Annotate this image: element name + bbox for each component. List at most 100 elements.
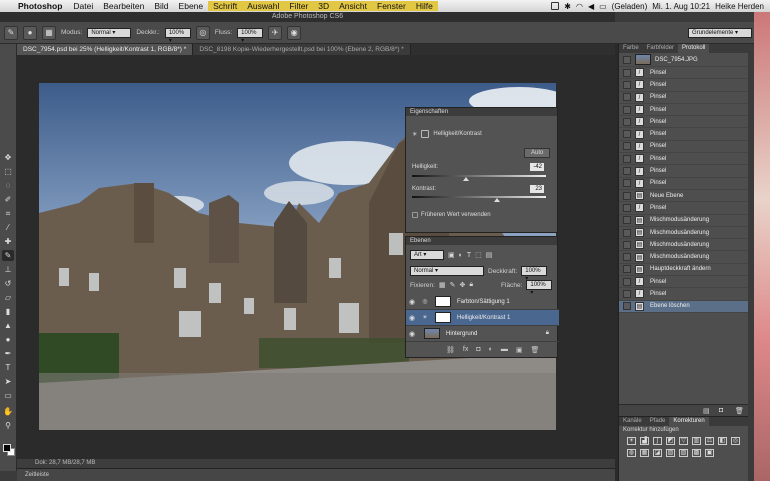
exposure-adjust-icon[interactable]: ◩ xyxy=(666,437,675,445)
blend-mode-select[interactable]: Normal xyxy=(410,266,484,276)
workspace-select[interactable]: Grundelemente xyxy=(688,27,752,38)
history-item[interactable]: / Pinsel xyxy=(619,128,748,141)
brightness-adjust-icon[interactable]: ☀ xyxy=(627,437,636,445)
tab-kanaele[interactable]: Kanäle xyxy=(619,417,646,426)
history-item[interactable]: / Pinsel xyxy=(619,67,748,80)
gradient-map-adjust-icon[interactable]: ▩ xyxy=(692,449,701,457)
menu-3d[interactable]: 3D xyxy=(313,1,335,11)
type-tool-icon[interactable]: T xyxy=(2,362,14,373)
history-source-checkbox[interactable] xyxy=(623,203,631,212)
shape-tool-icon[interactable]: ▭ xyxy=(2,390,14,401)
crop-tool-icon[interactable]: ⌗ xyxy=(2,208,14,219)
new-group-icon[interactable]: ▬ xyxy=(501,346,508,354)
menu-ebene[interactable]: Ebene xyxy=(174,1,209,11)
history-source-checkbox[interactable] xyxy=(623,167,631,176)
timeline-bar[interactable]: Zeitleiste xyxy=(17,468,615,481)
properties-panel-title[interactable]: Eigenschaften xyxy=(406,108,557,116)
zoom-tool-icon[interactable]: ⚲ xyxy=(2,420,14,431)
invert-adjust-icon[interactable]: ◪ xyxy=(653,449,662,457)
curves-adjust-icon[interactable]: ∫ xyxy=(653,437,662,445)
add-mask-icon[interactable]: ◘ xyxy=(476,346,480,354)
history-source-checkbox[interactable] xyxy=(623,154,631,163)
history-source-checkbox[interactable] xyxy=(623,80,631,89)
history-item[interactable]: / Pinsel xyxy=(619,276,748,289)
layer-style-icon[interactable]: fx xyxy=(463,346,468,354)
color-lookup-adjust-icon[interactable]: ▦ xyxy=(640,449,649,457)
blur-tool-icon[interactable]: ▲ xyxy=(2,320,14,331)
mode-select[interactable]: Normal xyxy=(87,27,132,38)
photo-filter-adjust-icon[interactable]: ◎ xyxy=(731,437,740,445)
legacy-checkbox[interactable] xyxy=(412,212,418,218)
airbrush-icon[interactable]: ✈ xyxy=(268,25,283,40)
menu-bearbeiten[interactable]: Bearbeiten xyxy=(98,1,149,11)
layer-row-brightness-contrast[interactable]: ◉ ☀ Helligkeit/Kontrast 1 xyxy=(406,310,559,326)
history-item[interactable]: ▤ Mischmodusänderung xyxy=(619,227,748,240)
layers-panel-title[interactable]: Ebenen xyxy=(406,237,557,245)
history-source-checkbox[interactable] xyxy=(623,117,631,126)
layer-mask-thumbnail[interactable] xyxy=(435,312,451,323)
new-document-icon[interactable]: ▤ xyxy=(703,407,710,415)
contrast-slider-handle[interactable] xyxy=(494,198,500,202)
history-item[interactable]: ▤ Mischmodusänderung xyxy=(619,239,748,252)
timeline-label[interactable]: Zeitleiste xyxy=(25,472,49,478)
status-icon[interactable] xyxy=(551,2,560,10)
history-source-checkbox[interactable] xyxy=(623,253,631,262)
new-layer-icon[interactable]: ▣ xyxy=(516,346,523,354)
brush-panel-toggle-icon[interactable]: ▦ xyxy=(42,25,56,40)
battery-icon[interactable]: ▭ xyxy=(599,2,607,11)
filter-smart-icon[interactable]: ▤ xyxy=(486,251,493,259)
threshold-adjust-icon[interactable]: ▨ xyxy=(679,449,688,457)
brightness-value-field[interactable]: -42 xyxy=(530,163,544,171)
menu-schrift[interactable]: Schrift xyxy=(208,1,243,11)
pressure-opacity-icon[interactable]: ◎ xyxy=(195,25,210,40)
history-item[interactable]: / Pinsel xyxy=(619,202,748,215)
hue-adjust-icon[interactable]: ▥ xyxy=(692,437,701,445)
wifi-icon[interactable]: ◠ xyxy=(576,2,583,11)
history-source-checkbox[interactable] xyxy=(623,130,631,139)
visibility-eye-icon[interactable]: ◉ xyxy=(406,298,418,306)
lock-transparency-icon[interactable]: ▦ xyxy=(439,281,446,289)
menu-hilfe[interactable]: Hilfe xyxy=(410,1,438,11)
stamp-tool-icon[interactable]: ⊥ xyxy=(2,264,14,275)
history-item[interactable]: ▤ Mischmodusänderung xyxy=(619,251,748,264)
history-item[interactable]: ▤ Neue Ebene xyxy=(619,190,748,203)
menu-filter[interactable]: Filter xyxy=(284,1,314,11)
mask-icon[interactable] xyxy=(421,130,430,138)
history-item[interactable]: / Pinsel xyxy=(619,104,748,117)
tab-protokoll[interactable]: Protokoll xyxy=(678,44,710,53)
healing-tool-icon[interactable]: ✚ xyxy=(2,236,14,247)
history-source-checkbox[interactable] xyxy=(623,240,631,249)
snapshot-camera-icon[interactable]: ◘ xyxy=(719,407,723,414)
quick-select-tool-icon[interactable]: ✐ xyxy=(2,194,14,205)
layer-thumbnail[interactable] xyxy=(424,328,440,339)
posterize-adjust-icon[interactable]: ▧ xyxy=(666,449,675,457)
vibrance-adjust-icon[interactable]: ▽ xyxy=(679,437,688,445)
path-select-tool-icon[interactable]: ➤ xyxy=(2,376,14,387)
foreground-color-swatch[interactable] xyxy=(3,444,11,452)
history-item[interactable]: ▤ Ebene löschen xyxy=(619,300,748,313)
history-item[interactable]: / Pinsel xyxy=(619,116,748,129)
menu-auswahl[interactable]: Auswahl xyxy=(242,1,285,11)
history-item[interactable]: / Pinsel xyxy=(619,153,748,166)
tab-pfade[interactable]: Pfade xyxy=(646,417,670,426)
brush-tool-icon[interactable]: ✎ xyxy=(4,25,18,40)
marquee-tool-icon[interactable]: ⬚ xyxy=(2,166,14,177)
menu-app-name[interactable]: Photoshop xyxy=(14,1,68,11)
channel-mixer-adjust-icon[interactable]: ◍ xyxy=(627,449,636,457)
history-source-checkbox[interactable] xyxy=(623,228,631,237)
contrast-slider-track[interactable] xyxy=(412,196,546,202)
history-item[interactable]: / Pinsel xyxy=(619,141,748,154)
layer-row-hue-saturation[interactable]: ◉ ◎ Farbton/Sättigung 1 xyxy=(406,294,559,310)
opacity-select[interactable]: 100% xyxy=(164,27,191,38)
auto-button[interactable]: Auto xyxy=(524,148,551,158)
flow-select[interactable]: 100% xyxy=(237,27,264,38)
filter-shape-icon[interactable]: ⬚ xyxy=(475,251,482,259)
history-source-checkbox[interactable] xyxy=(623,216,631,225)
menu-datei[interactable]: Datei xyxy=(68,1,98,11)
dodge-tool-icon[interactable]: ● xyxy=(2,334,14,345)
new-adjustment-icon[interactable]: ◐ xyxy=(489,346,493,354)
legacy-option[interactable]: Früheren Wert verwenden xyxy=(412,212,491,218)
bw-adjust-icon[interactable]: ◧ xyxy=(718,437,727,445)
history-source-checkbox[interactable] xyxy=(623,191,631,200)
history-source-checkbox[interactable] xyxy=(623,277,631,286)
